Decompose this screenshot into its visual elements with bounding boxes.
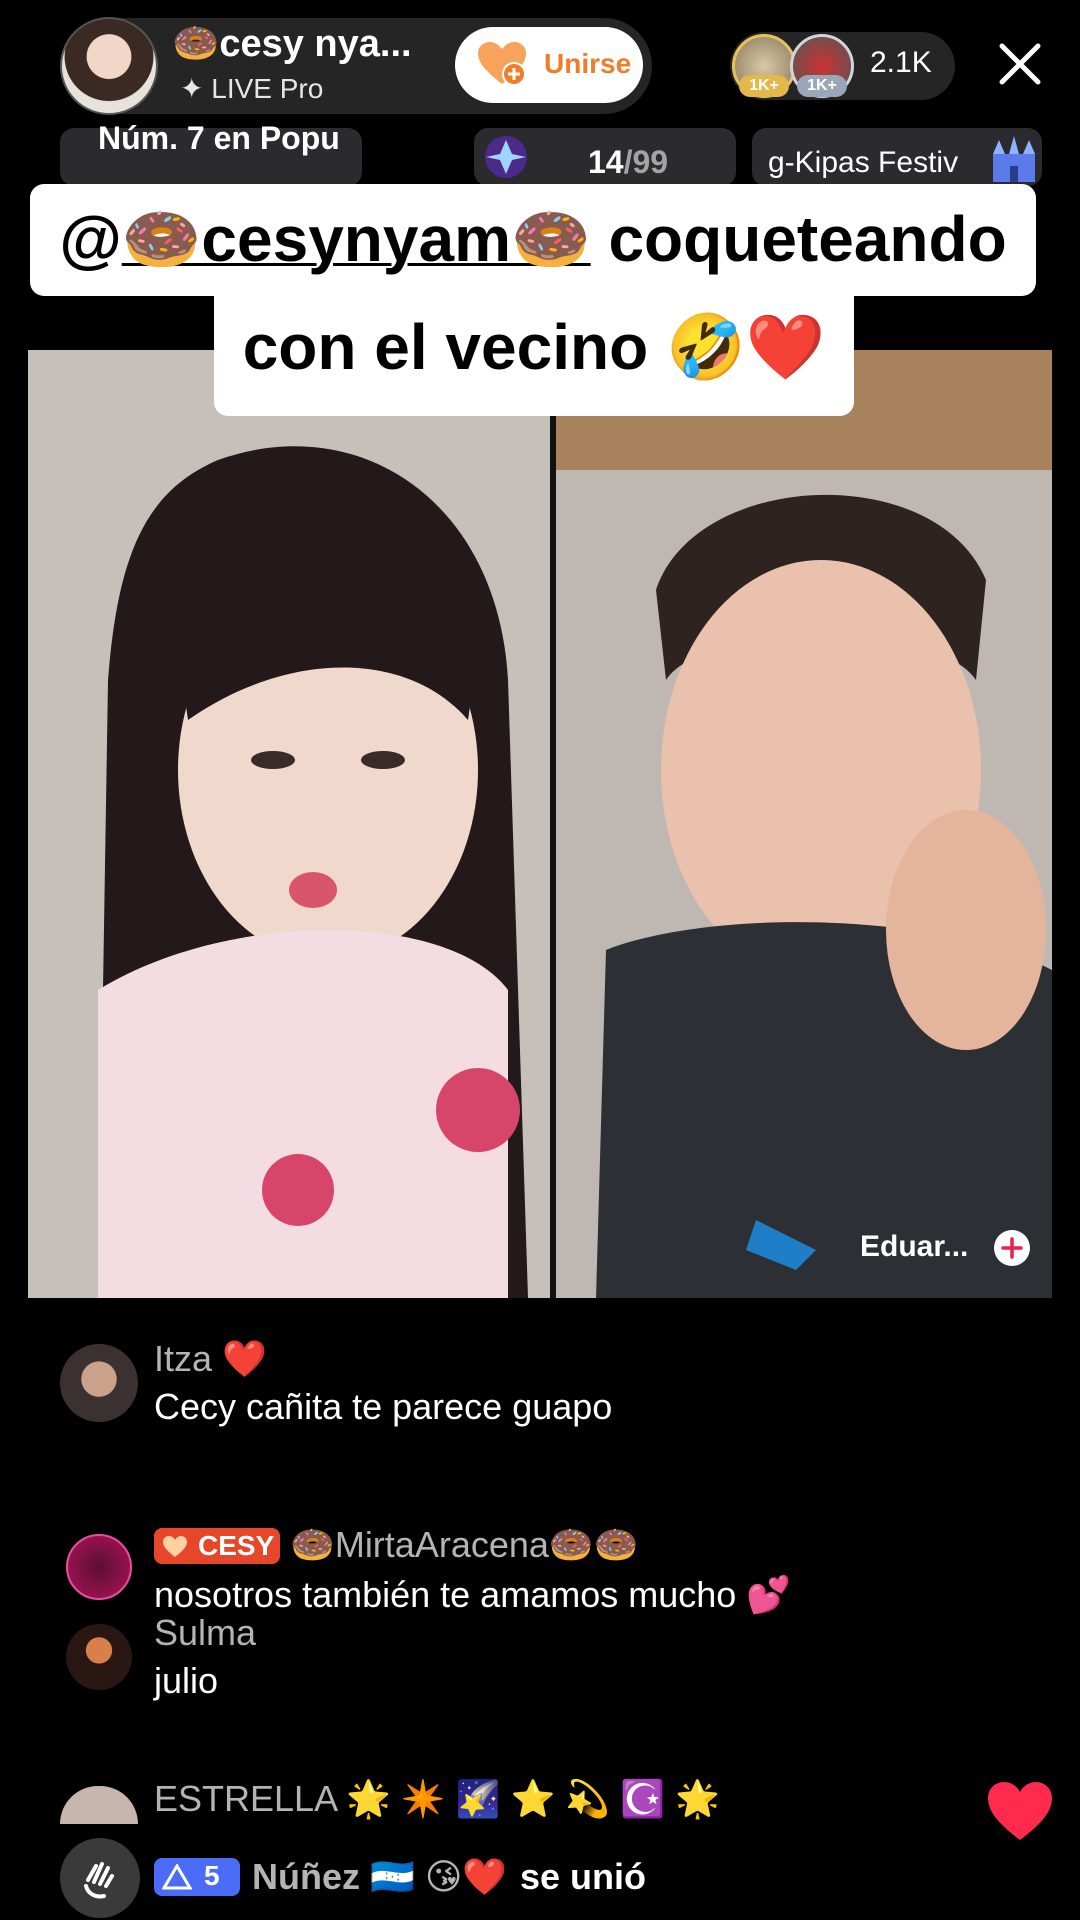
- top-viewer-avatar-2[interactable]: 1K+: [790, 34, 854, 98]
- comment-username[interactable]: Sulma: [154, 1612, 256, 1654]
- caption-mention[interactable]: 🍩cesynyam🍩: [122, 203, 591, 275]
- comment-text: Cecy cañita te parece guapo: [154, 1386, 613, 1427]
- comment-text: nosotros también te amamos mucho 💕: [154, 1574, 792, 1615]
- crystal-icon: [485, 136, 527, 178]
- caption-rest: coqueteando: [590, 203, 1007, 275]
- comment-avatar[interactable]: [60, 1344, 138, 1422]
- guest-video-frame: [556, 350, 1052, 1298]
- caption-line2: con el vecino 🤣❤️: [242, 311, 826, 383]
- guest-video[interactable]: [556, 350, 1052, 1298]
- comment-avatar[interactable]: [66, 1624, 132, 1690]
- comment-avatar[interactable]: [66, 1534, 132, 1600]
- comment-text: julio: [154, 1660, 219, 1701]
- close-icon[interactable]: [996, 40, 1044, 88]
- comment-username[interactable]: 🍩MirtaAracena🍩🍩: [290, 1524, 639, 1566]
- viewer-badge-2: 1K+: [797, 75, 847, 97]
- joined-action: se unió: [520, 1856, 647, 1897]
- festival-text[interactable]: g-Kipas Festiv: [768, 146, 958, 180]
- viewer-count[interactable]: 2.1K: [870, 46, 932, 80]
- host-video-frame: [28, 350, 550, 1298]
- level-number: 5: [204, 1860, 220, 1891]
- fan-club-badge-label: CESY: [198, 1530, 275, 1561]
- goal-total: /99: [623, 144, 669, 180]
- comment-avatar[interactable]: [60, 1786, 138, 1824]
- host-avatar[interactable]: [60, 17, 158, 115]
- caption-at: @: [59, 203, 122, 275]
- heart-reaction-icon: [988, 1782, 1052, 1840]
- castle-icon: [993, 136, 1035, 182]
- level-triangle-icon: [162, 1864, 192, 1890]
- viewer-badge-1: 1K+: [739, 75, 789, 97]
- wave-hand-icon[interactable]: [78, 1856, 122, 1900]
- heart-badge-icon: [163, 1536, 187, 1557]
- host-subtitle: ✦ LIVE Pro: [180, 73, 324, 104]
- comment-username[interactable]: ESTRELLA 🌟 ✴️ 🌠 ⭐ 💫 ☪️ 🌟: [154, 1778, 720, 1820]
- guest-name[interactable]: Eduar...: [860, 1230, 968, 1264]
- goal-counter: 14/99: [588, 144, 668, 181]
- ranking-text[interactable]: Núm. 7 en Popu: [98, 120, 340, 157]
- host-name[interactable]: 🍩cesy nya...: [172, 22, 412, 66]
- caption-line1: @🍩cesynyam🍩 coqueteando: [30, 202, 1036, 277]
- join-button-label[interactable]: Unirse: [544, 48, 631, 80]
- comment-username[interactable]: Itza ❤️: [154, 1338, 267, 1380]
- heart-plus-icon: [478, 42, 526, 86]
- top-viewer-avatar-1[interactable]: 1K+: [732, 34, 796, 98]
- host-video[interactable]: [28, 350, 550, 1298]
- goal-current: 14: [588, 144, 624, 180]
- follow-plus-icon[interactable]: [992, 1228, 1032, 1268]
- joined-username[interactable]: Núñez 🇭🇳 😘❤️: [252, 1856, 507, 1898]
